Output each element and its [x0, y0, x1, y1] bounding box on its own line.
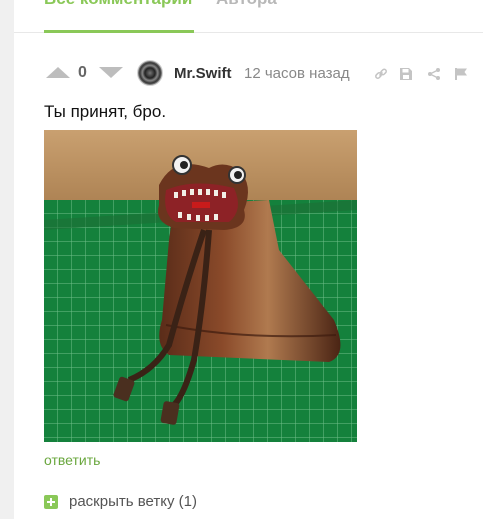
- save-icon[interactable]: [399, 67, 413, 81]
- vote-down-icon[interactable]: [99, 67, 123, 78]
- comment-tabs: Все комментарии Автора: [14, 0, 483, 33]
- vote-up-icon[interactable]: [46, 67, 70, 78]
- comment-text: Ты принят, бро.: [44, 102, 167, 121]
- share-icon[interactable]: [427, 67, 441, 81]
- comment-rating: 0: [78, 64, 87, 81]
- tab-all-comments[interactable]: Все комментарии: [44, 0, 192, 10]
- tab-author[interactable]: Автора: [216, 0, 277, 10]
- plus-icon[interactable]: [44, 495, 58, 509]
- comment-image[interactable]: [44, 130, 357, 442]
- expand-thread[interactable]: раскрыть ветку (1): [44, 492, 344, 512]
- link-icon[interactable]: [374, 67, 388, 81]
- active-tab-indicator: [44, 30, 194, 33]
- comment-time[interactable]: 12 часов назад: [244, 65, 350, 82]
- comments-panel: Все комментарии Автора 0 Mr.Swift 12 час…: [14, 0, 483, 519]
- reply-link[interactable]: ответить: [44, 452, 100, 468]
- comment-header: 0 Mr.Swift 12 часов назад: [44, 55, 474, 91]
- comment-username[interactable]: Mr.Swift: [174, 65, 232, 82]
- avatar[interactable]: [137, 60, 163, 86]
- expand-thread-label[interactable]: раскрыть ветку (1): [69, 493, 197, 510]
- flag-icon[interactable]: [454, 67, 468, 81]
